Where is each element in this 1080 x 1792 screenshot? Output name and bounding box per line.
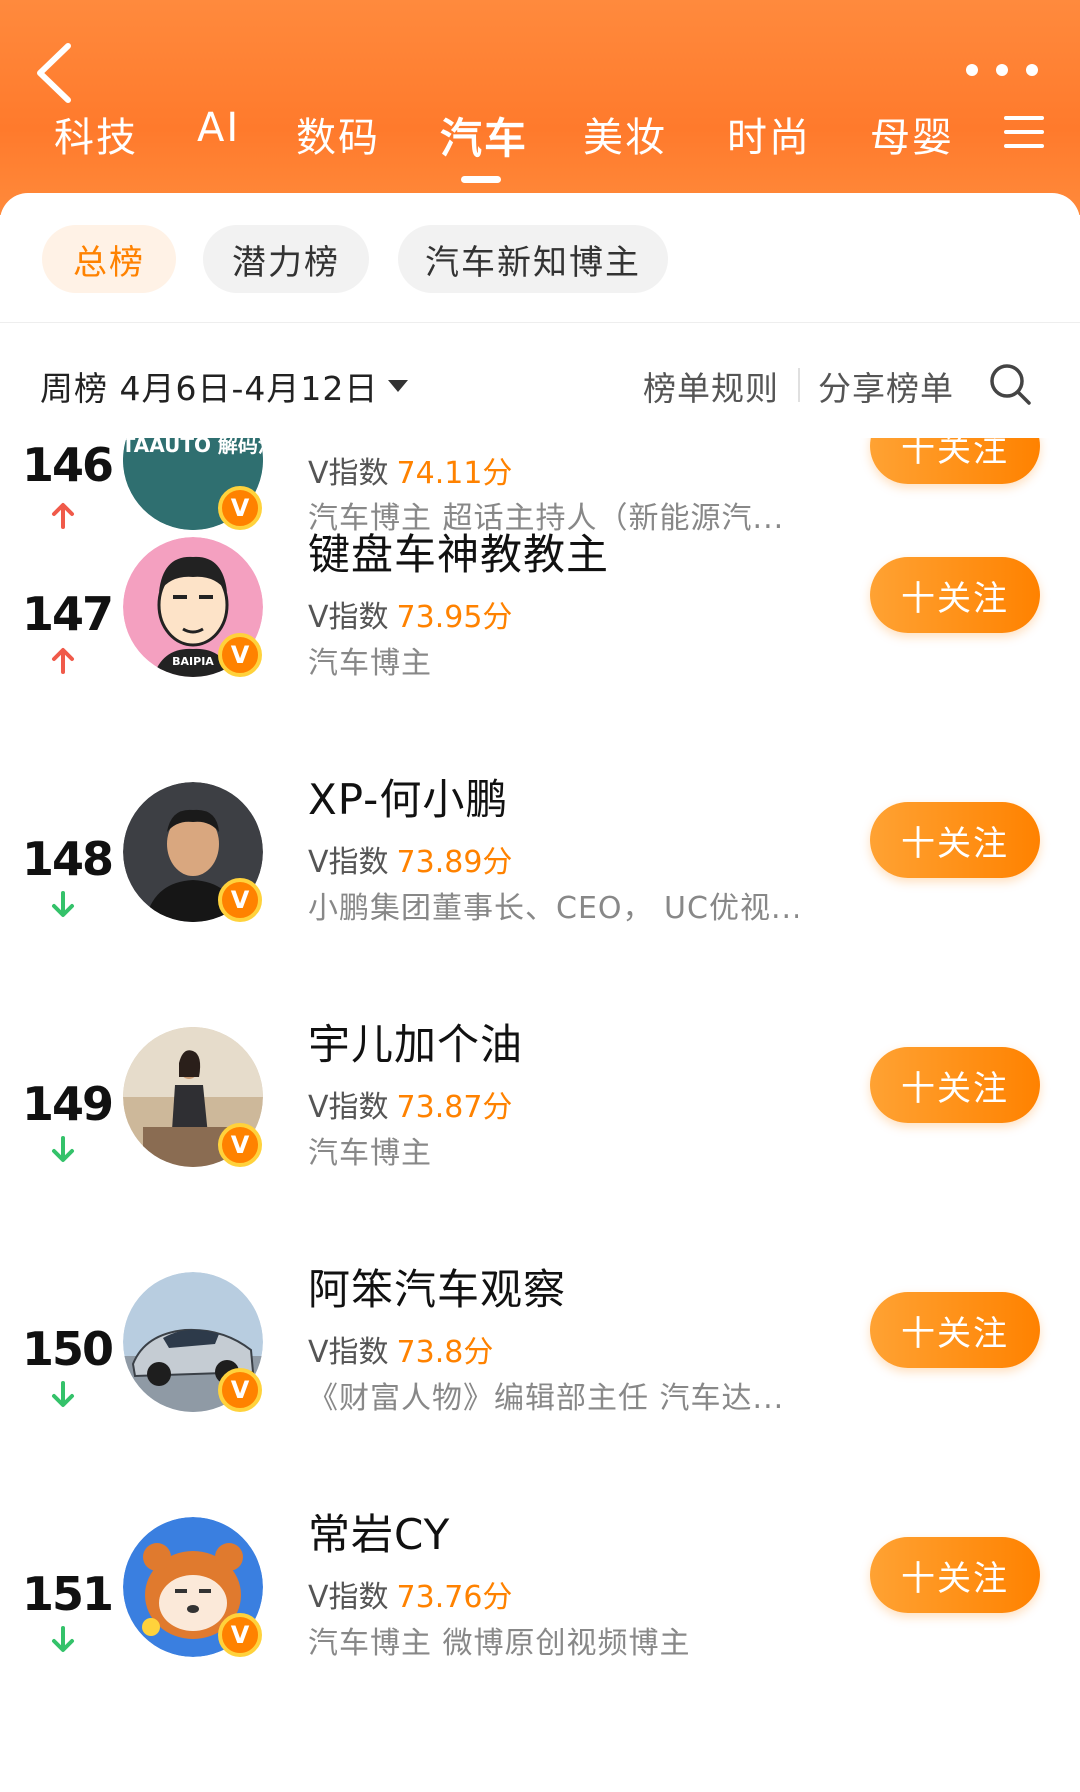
verified-badge-icon: V [218, 1613, 262, 1657]
header-bar: 科技 AI 数码 汽车 美妆 时尚 母婴 [0, 0, 1080, 215]
score-line: V指数 73.8分 [308, 1327, 493, 1371]
score-prefix: V指数 [308, 1090, 389, 1125]
share-ranking-link[interactable]: 分享榜单 [818, 362, 954, 410]
rank-number: 147 [22, 587, 114, 641]
score-line: V指数 73.95分 [308, 592, 512, 636]
avatar-logo-text: METAAUTO 解码汽车 [123, 438, 263, 457]
back-arrow-icon[interactable] [30, 38, 80, 108]
verified-badge-icon: V [218, 1123, 262, 1167]
rank-number: 151 [22, 1567, 114, 1621]
score-line: V指数 73.89分 [308, 837, 512, 881]
trend-down-icon [48, 1380, 78, 1410]
list-item[interactable]: 147 BAIPIA V 键盘车神教教主 V指数 73.95分 汽车博主 十关注 [0, 505, 1080, 750]
description: 汽车博主 微博原创视频博主 [308, 1626, 691, 1661]
blogger-name[interactable]: 常岩CY [308, 1501, 450, 1562]
score-value: 73.8分 [396, 1335, 494, 1370]
category-tabs: 科技 AI 数码 汽车 美妆 时尚 母婴 [0, 105, 1080, 185]
verified-badge-icon: V [218, 878, 262, 922]
divider [0, 322, 1080, 323]
tab-maternal[interactable]: 母婴 [870, 105, 954, 163]
rank-number: 148 [22, 832, 114, 886]
blogger-name[interactable]: XP-何小鹏 [308, 766, 508, 827]
description: 《财富人物》编辑部主任 汽车达... [308, 1381, 785, 1416]
ranking-type-chips: 总榜 潜力榜 汽车新知博主 [0, 225, 1080, 297]
chip-overall[interactable]: 总榜 [42, 225, 176, 293]
separator [798, 368, 800, 402]
follow-button[interactable]: 十关注 [870, 557, 1040, 633]
verified-badge-icon: V [218, 1368, 262, 1412]
list-item[interactable]: 146 METAAUTO 解码汽车 V V指数74.11分 汽车博主 超话主持人… [0, 438, 1080, 536]
trend-up-icon [48, 645, 78, 675]
period-selector[interactable]: 周榜 4月6日-4月12日 [40, 362, 409, 410]
verified-badge-icon: V [218, 633, 262, 677]
blogger-name[interactable]: 阿笨汽车观察 [308, 1256, 566, 1317]
description: 小鹏集团董事长、CEO， UC优视... [308, 891, 798, 926]
period-label: 周榜 4月6日-4月12日 [40, 369, 379, 408]
score-value: 73.89分 [396, 845, 513, 880]
chip-auto-knowledge[interactable]: 汽车新知博主 [398, 225, 668, 293]
ranking-list[interactable]: 146 METAAUTO 解码汽车 V V指数74.11分 汽车博主 超话主持人… [0, 438, 1080, 1792]
score-value: 74.11分 [396, 456, 513, 491]
score-line: V指数 74.11分 [308, 448, 512, 492]
score-prefix: V指数 [308, 1335, 389, 1370]
score-line: V指数 73.76分 [308, 1572, 512, 1616]
follow-button[interactable]: 十关注 [870, 802, 1040, 878]
score-value: 73.87分 [396, 1090, 513, 1125]
list-item[interactable]: 149 V 宇儿加个油 V指数 73.87分 汽车博主 十关注 [0, 995, 1080, 1240]
ranking-rules-link[interactable]: 榜单规则 [643, 362, 779, 410]
more-options-icon[interactable] [966, 58, 1038, 82]
follow-button[interactable]: 十关注 [870, 1292, 1040, 1368]
blogger-name[interactable]: 键盘车神教教主 [308, 521, 609, 582]
tab-auto[interactable]: 汽车 [440, 105, 528, 166]
score-line: V指数 73.87分 [308, 1082, 512, 1126]
score-value: 73.76分 [396, 1580, 513, 1615]
description: 汽车博主 [308, 646, 432, 681]
list-item[interactable]: 150 V 阿笨汽车观察 V指数 73.8分 《财富人物》编辑部主任 汽车达...… [0, 1240, 1080, 1485]
score-prefix: V指数 [308, 600, 389, 635]
tab-ai[interactable]: AI [197, 105, 240, 151]
score-prefix: V指数 [308, 845, 389, 880]
score-prefix: V指数 [308, 1580, 389, 1615]
trend-down-icon [48, 1625, 78, 1655]
blogger-name[interactable]: 宇儿加个油 [308, 1011, 523, 1072]
tab-fashion[interactable]: 时尚 [727, 105, 811, 163]
score-value: 73.95分 [396, 600, 513, 635]
caret-down-icon [388, 380, 409, 392]
trend-down-icon [48, 1135, 78, 1165]
rank-number: 146 [22, 438, 114, 492]
tab-digital[interactable]: 数码 [296, 105, 380, 163]
list-item[interactable]: 151 V 常岩CY V指数 73.76分 汽车博主 微博原创视频博主 十关注 [0, 1485, 1080, 1730]
chip-potential[interactable]: 潜力榜 [203, 225, 369, 293]
description: 汽车博主 [308, 1136, 432, 1171]
follow-button[interactable]: 十关注 [870, 438, 1040, 484]
avatar-shirt-text: BAIPIA [172, 655, 214, 668]
active-tab-indicator [461, 176, 501, 183]
search-icon[interactable] [988, 362, 1032, 406]
score-prefix: V指数 [308, 456, 389, 491]
tab-tech[interactable]: 科技 [54, 105, 138, 163]
list-item[interactable]: 148 V XP-何小鹏 V指数 73.89分 小鹏集团董事长、CEO， UC优视… [0, 750, 1080, 995]
menu-icon[interactable] [1004, 116, 1044, 148]
rank-number: 150 [22, 1322, 114, 1376]
trend-down-icon [48, 890, 78, 920]
follow-button[interactable]: 十关注 [870, 1047, 1040, 1123]
follow-button[interactable]: 十关注 [870, 1537, 1040, 1613]
rank-number: 149 [22, 1077, 114, 1131]
tab-beauty[interactable]: 美妆 [583, 105, 667, 163]
